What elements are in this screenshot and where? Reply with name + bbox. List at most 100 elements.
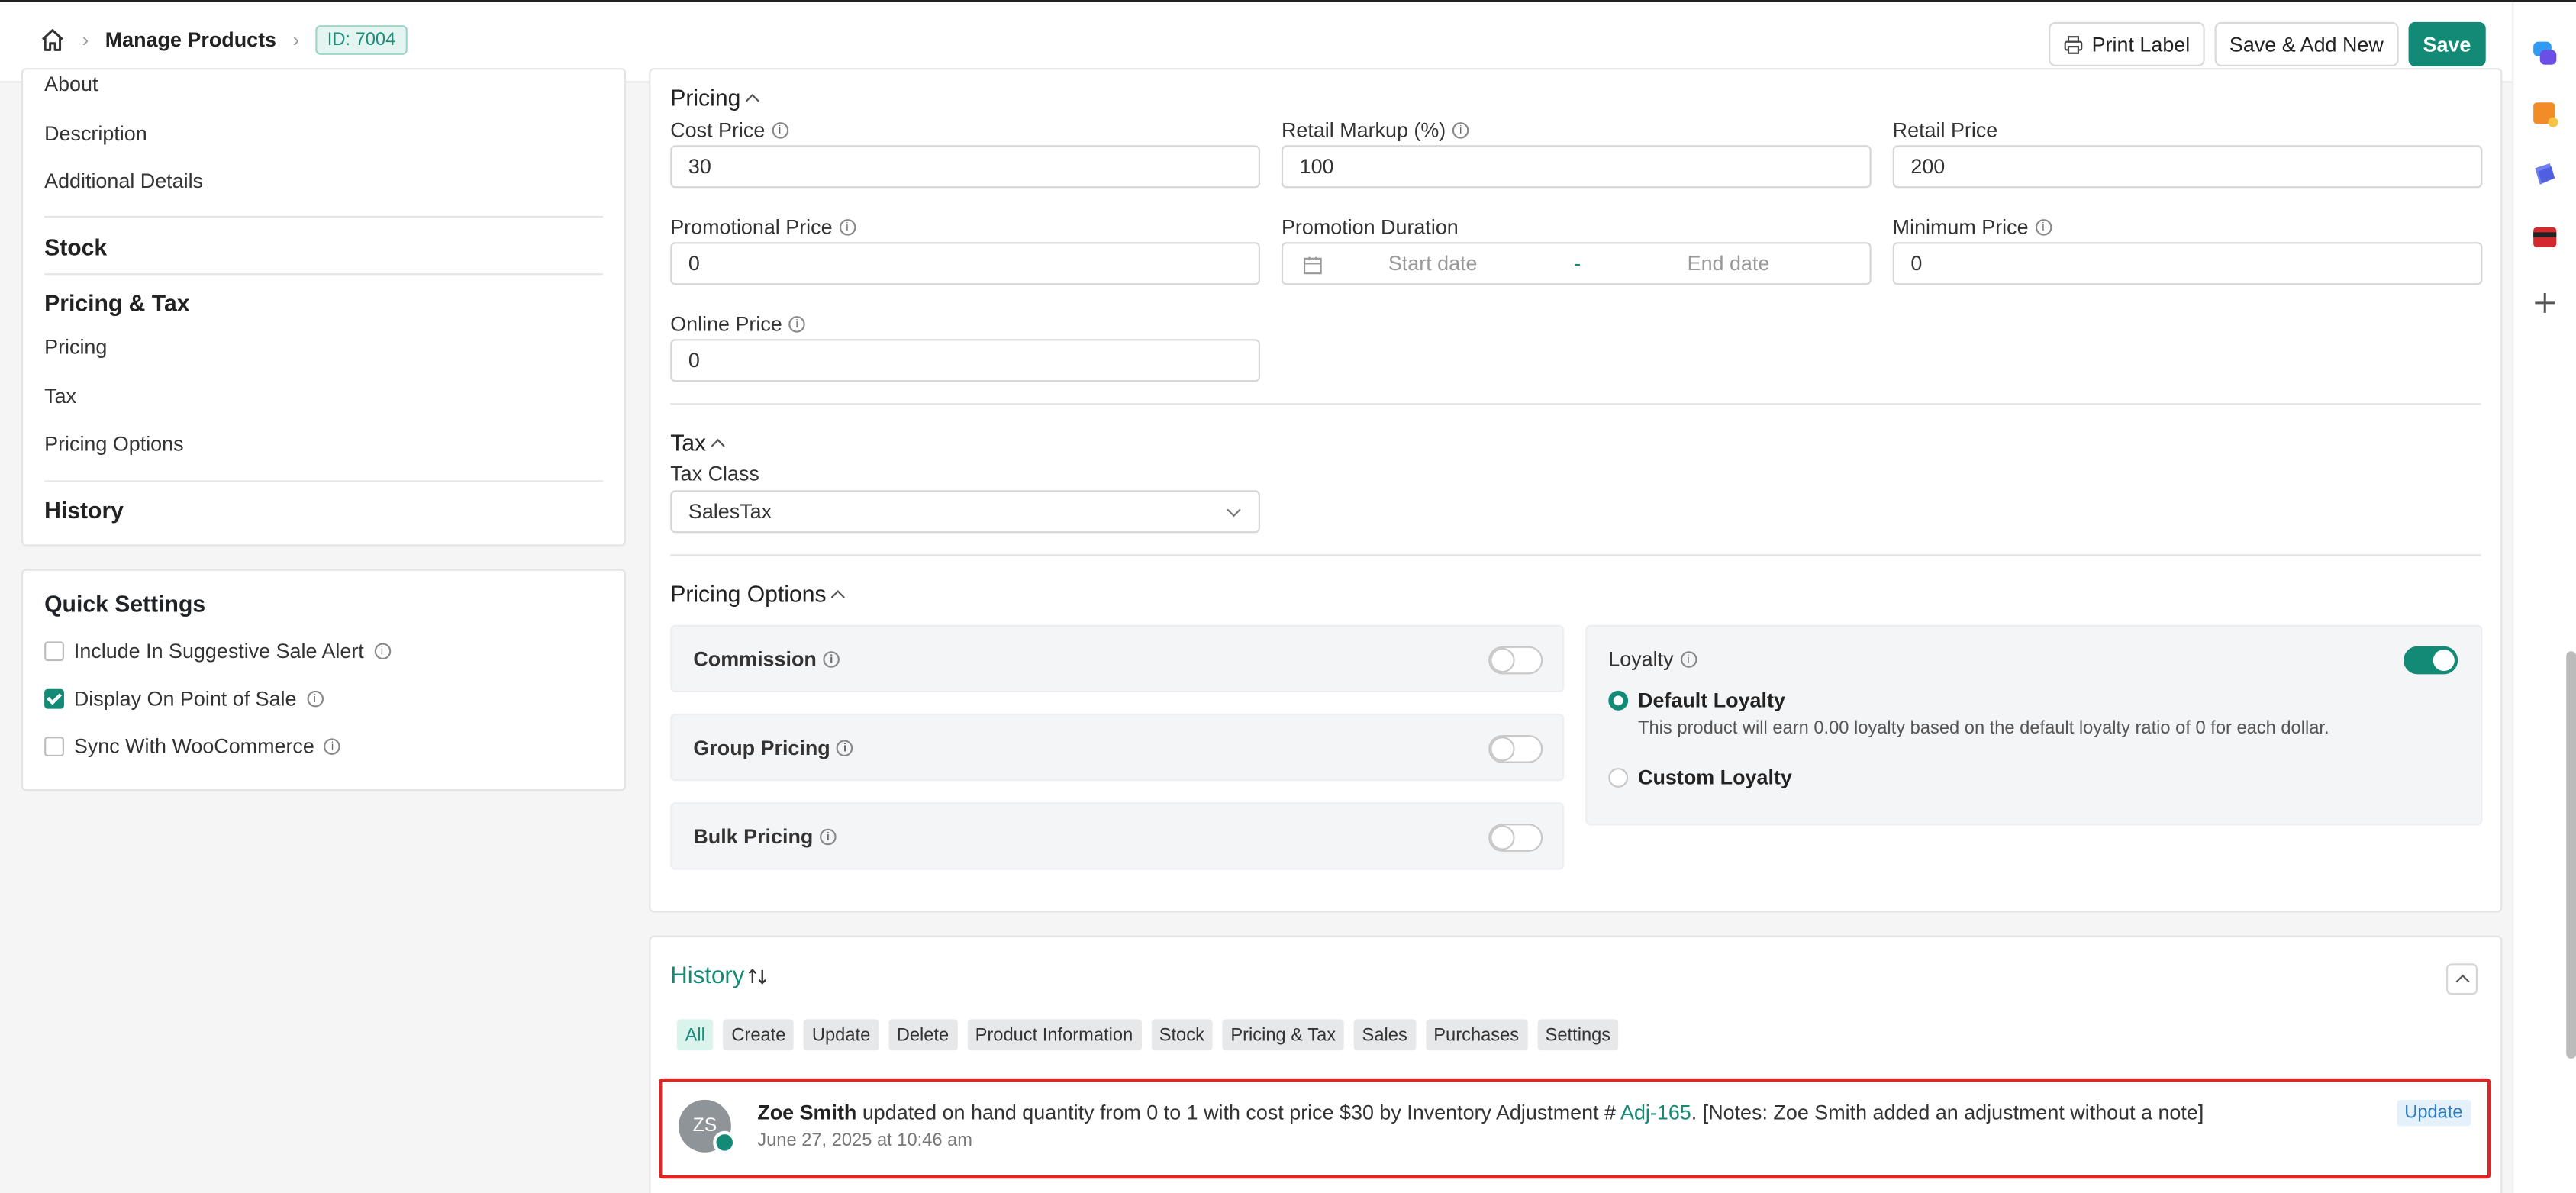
checkbox[interactable] xyxy=(44,641,64,662)
wallet-icon[interactable] xyxy=(2530,222,2560,252)
group-pricing-label-text: Group Pricing xyxy=(693,737,830,760)
group-pricing-toggle[interactable] xyxy=(1488,735,1543,763)
plus-icon[interactable] xyxy=(2530,289,2560,318)
filter-stock[interactable]: Stock xyxy=(1150,1019,1213,1051)
pricing-options-title-text: Pricing Options xyxy=(670,580,827,608)
radio[interactable] xyxy=(1608,768,1629,788)
history-collapse-button[interactable] xyxy=(2446,963,2478,995)
print-label-button[interactable]: Print Label xyxy=(2049,21,2205,66)
qs-display-on-pos[interactable]: Display On Point of Sale i xyxy=(44,688,323,711)
cost-price-input[interactable]: 30 xyxy=(670,145,1260,189)
chat-bubbles-icon[interactable] xyxy=(2530,38,2560,68)
quick-settings-card: Quick Settings Include In Suggestive Sal… xyxy=(21,569,627,792)
filter-delete[interactable]: Delete xyxy=(888,1019,957,1051)
bulk-pricing-toggle[interactable] xyxy=(1488,824,1543,852)
checkbox[interactable] xyxy=(44,737,64,756)
bulk-pricing-option: Bulk Pricing i xyxy=(670,802,1565,870)
nav-divider xyxy=(44,273,603,276)
info-icon: i xyxy=(306,690,323,708)
save-add-new-button[interactable]: Save & Add New xyxy=(2214,21,2399,66)
tax-section-title[interactable]: Tax xyxy=(670,430,725,456)
nav-item-pricing-tax[interactable]: Pricing & Tax xyxy=(44,290,189,316)
history-title[interactable]: History xyxy=(670,963,768,990)
info-icon: i xyxy=(839,219,856,236)
sort-icon[interactable] xyxy=(748,967,768,987)
qs-suggestive-sale-alert[interactable]: Include In Suggestive Sale Alert i xyxy=(44,640,391,663)
filter-sales[interactable]: Sales xyxy=(1353,1019,1416,1051)
history-user: Zoe Smith xyxy=(757,1101,857,1125)
nav-item-pricing[interactable]: Pricing xyxy=(44,336,107,359)
cost-price-label-text: Cost Price xyxy=(670,118,766,142)
start-date-placeholder[interactable]: Start date xyxy=(1388,252,1478,275)
filter-pricing-tax[interactable]: Pricing & Tax xyxy=(1222,1019,1344,1051)
header-actions: Print Label Save & Add New Save xyxy=(2049,21,2486,66)
promotional-price-input[interactable]: 0 xyxy=(670,242,1260,285)
filter-settings[interactable]: Settings xyxy=(1536,1019,1619,1051)
commission-option: Commission i xyxy=(670,624,1565,693)
custom-loyalty-radio-row[interactable]: Custom Loyalty xyxy=(1608,766,1792,789)
layers-icon[interactable] xyxy=(2530,160,2560,190)
group-pricing-option: Group Pricing i xyxy=(670,714,1565,782)
qs-sync-woocommerce[interactable]: Sync With WooCommerce i xyxy=(44,735,341,759)
filter-create[interactable]: Create xyxy=(723,1019,795,1051)
filter-product-information[interactable]: Product Information xyxy=(966,1019,1142,1051)
nav-item-tax[interactable]: Tax xyxy=(44,385,76,408)
nav-item-pricing-options[interactable]: Pricing Options xyxy=(44,433,183,456)
home-icon[interactable] xyxy=(40,27,66,53)
nav-item-about[interactable]: About xyxy=(44,73,98,96)
nav-item-description[interactable]: Description xyxy=(44,122,147,145)
commission-toggle[interactable] xyxy=(1488,646,1543,675)
pricing-section-title[interactable]: Pricing xyxy=(670,85,759,111)
default-loyalty-radio-row[interactable]: Default Loyalty xyxy=(1608,689,1785,712)
printer-icon xyxy=(2065,35,2083,53)
promotion-duration-label: Promotion Duration xyxy=(1281,215,1459,239)
online-price-input[interactable]: 0 xyxy=(670,339,1260,382)
nav-item-additional-details[interactable]: Additional Details xyxy=(44,170,203,193)
retail-markup-input[interactable]: 100 xyxy=(1281,145,1872,189)
history-date: June 27, 2025 at 10:46 am xyxy=(757,1130,973,1151)
filter-purchases[interactable]: Purchases xyxy=(1425,1019,1527,1051)
retail-markup-label: Retail Markup (%) i xyxy=(1282,119,1469,142)
id-badge: ID: 7004 xyxy=(315,25,408,55)
chevron-up-icon xyxy=(830,588,845,604)
loyalty-toggle[interactable] xyxy=(2404,646,2458,675)
info-icon: i xyxy=(1452,122,1469,139)
info-icon: i xyxy=(373,643,391,659)
adjustment-link[interactable]: Adj-165 xyxy=(1620,1101,1691,1124)
end-date-placeholder[interactable]: End date xyxy=(1688,252,1770,275)
tax-class-select[interactable]: SalesTax xyxy=(670,490,1260,534)
minimum-price-input[interactable]: 0 xyxy=(1892,242,2483,285)
bulk-pricing-label-text: Bulk Pricing xyxy=(693,825,814,849)
breadcrumb-title[interactable]: Manage Products xyxy=(105,28,276,51)
scrollbar-thumb[interactable] xyxy=(2566,651,2576,1059)
info-icon: i xyxy=(823,651,840,668)
retail-price-input[interactable]: 200 xyxy=(1892,145,2483,189)
section-nav: About Description Additional Details Sto… xyxy=(21,68,627,547)
qs-label: Display On Point of Sale xyxy=(73,687,297,711)
pricing-options-section-title[interactable]: Pricing Options xyxy=(670,580,845,608)
promotion-date-range[interactable]: Start date - End date xyxy=(1281,242,1872,285)
radio-selected[interactable] xyxy=(1608,690,1629,711)
save-button[interactable]: Save xyxy=(2408,21,2486,66)
history-entry[interactable]: ZS Zoe Smith updated on hand quantity fr… xyxy=(659,1078,2491,1179)
sticky-note-icon[interactable] xyxy=(2530,99,2560,129)
online-price-label-text: Online Price xyxy=(670,312,782,336)
commission-label-text: Commission xyxy=(693,647,817,672)
section-divider xyxy=(670,554,2481,556)
checkbox-checked[interactable] xyxy=(44,688,64,709)
group-pricing-label: Group Pricing i xyxy=(693,737,853,759)
filter-update[interactable]: Update xyxy=(804,1019,879,1051)
quick-settings-title: Quick Settings xyxy=(44,590,206,617)
nav-divider xyxy=(44,215,603,218)
promotional-price-label-text: Promotional Price xyxy=(670,215,833,239)
nav-item-stock[interactable]: Stock xyxy=(44,234,107,260)
chevron-up-icon xyxy=(2455,974,2470,989)
tax-class-value: SalesTax xyxy=(688,500,772,524)
bulk-pricing-label: Bulk Pricing i xyxy=(693,825,837,849)
print-label-text: Print Label xyxy=(2091,32,2191,56)
qs-label: Sync With WooCommerce xyxy=(73,735,314,759)
default-loyalty-description: This product will earn 0.00 loyalty base… xyxy=(1638,718,2329,739)
right-rail xyxy=(2512,2,2576,1193)
filter-all[interactable]: All xyxy=(676,1019,714,1051)
nav-item-history[interactable]: History xyxy=(44,497,124,523)
